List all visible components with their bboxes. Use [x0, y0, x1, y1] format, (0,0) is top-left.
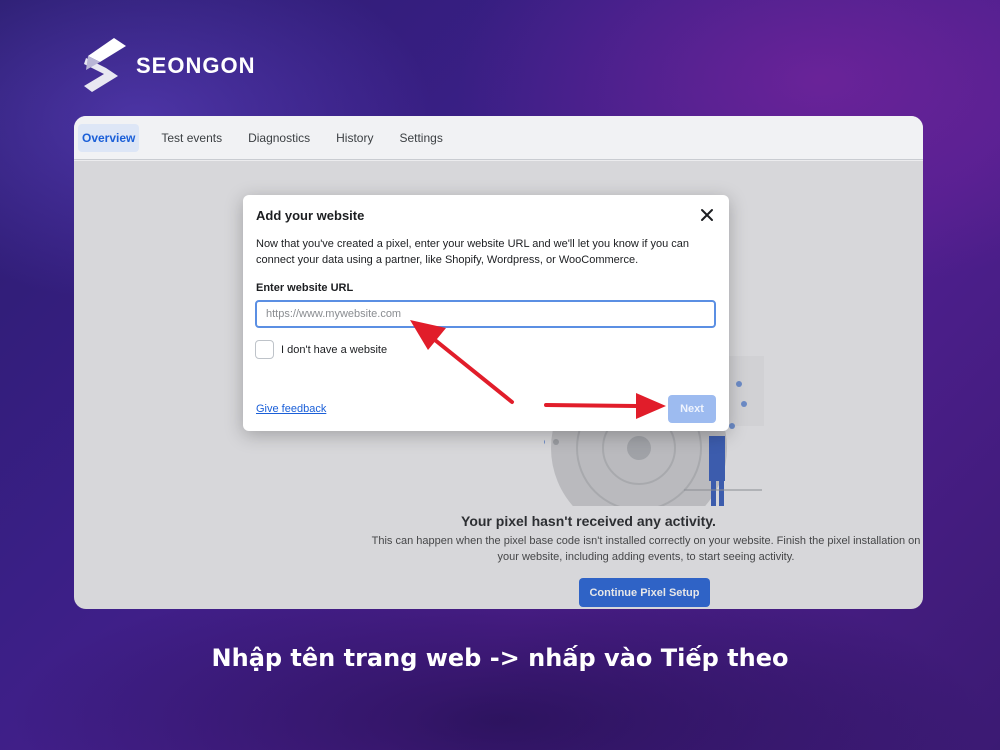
- give-feedback-link[interactable]: Give feedback: [256, 403, 326, 415]
- website-url-input[interactable]: [255, 300, 716, 328]
- dialog-description: Now that you've created a pixel, enter y…: [256, 238, 690, 266]
- dialog-title: Add your website: [256, 208, 365, 223]
- tab-history[interactable]: History: [332, 124, 377, 152]
- brand-name: SEONGON: [136, 53, 256, 78]
- tab-overview[interactable]: Overview: [78, 123, 140, 152]
- tab-test-events[interactable]: Test events: [157, 124, 226, 152]
- no-website-checkbox[interactable]: [255, 340, 274, 359]
- tab-bar: Overview Test events Diagnostics History…: [74, 116, 923, 160]
- no-website-checkbox-label[interactable]: I don't have a website: [281, 344, 387, 356]
- tab-diagnostics[interactable]: Diagnostics: [244, 124, 314, 152]
- brand-logo: SEONGON: [78, 36, 255, 96]
- instruction-caption: Nhập tên trang web -> nhấp vào Tiếp theo: [211, 644, 789, 672]
- close-icon[interactable]: [699, 207, 715, 223]
- url-field-label: Enter website URL: [256, 282, 354, 294]
- seongon-logo-icon: [84, 38, 126, 92]
- tab-settings[interactable]: Settings: [395, 124, 446, 152]
- next-button[interactable]: Next: [668, 395, 716, 423]
- add-website-dialog: Add your website Now that you've created…: [243, 195, 729, 431]
